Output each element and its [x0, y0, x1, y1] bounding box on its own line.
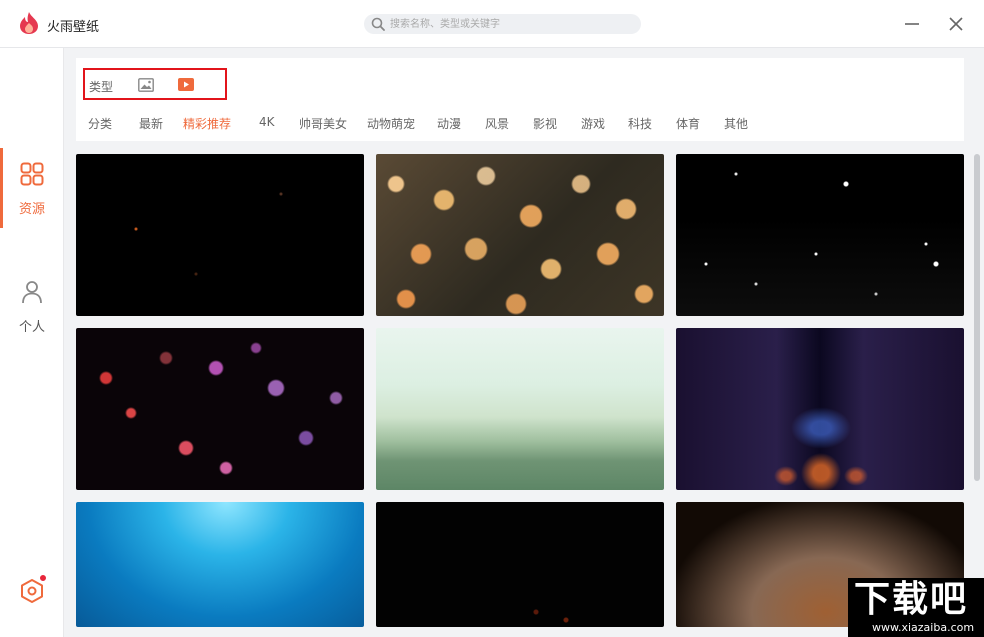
video-type-icon[interactable]: [178, 78, 194, 91]
sidebar-item-label: 资源: [18, 202, 45, 217]
wallpaper-thumbnail[interactable]: [376, 328, 664, 490]
category-tab[interactable]: 体育: [676, 115, 700, 132]
category-tab[interactable]: 动漫: [437, 115, 461, 132]
category-tab[interactable]: 分类: [88, 115, 112, 132]
category-tab[interactable]: 科技: [628, 115, 652, 132]
category-tab[interactable]: 影视: [533, 115, 557, 132]
category-tab[interactable]: 游戏: [581, 115, 605, 132]
scrollbar-thumb[interactable]: [974, 154, 980, 481]
type-label: 类型: [89, 80, 114, 94]
search-bar[interactable]: [364, 14, 641, 34]
minimize-icon[interactable]: [900, 12, 924, 36]
wallpaper-thumbnail[interactable]: [376, 502, 664, 627]
app-title: 火雨壁纸: [47, 20, 100, 35]
sidebar-item-label: 个人: [18, 320, 45, 335]
wallpaper-thumbnail[interactable]: [76, 502, 364, 627]
category-tab-active[interactable]: 精彩推荐: [183, 115, 231, 132]
wallpaper-thumbnail[interactable]: [76, 154, 364, 316]
image-type-icon[interactable]: [138, 78, 154, 92]
title-bar: 火雨壁纸: [0, 0, 984, 48]
category-tab[interactable]: 4K: [259, 115, 275, 129]
category-tab[interactable]: 最新: [139, 115, 163, 132]
type-filter-highlight: 类型: [83, 68, 227, 100]
sidebar-item-resources[interactable]: 资源: [0, 148, 64, 228]
close-icon[interactable]: [944, 12, 968, 36]
search-input[interactable]: [390, 14, 635, 34]
wallpaper-thumbnail[interactable]: [376, 154, 664, 316]
filter-panel: 类型 分类 最新 精彩推荐 4K 帅哥美女 动物萌宠 动漫 风景 影视 游戏 科…: [76, 58, 964, 141]
flame-logo-icon: [20, 12, 38, 34]
notification-dot: [39, 574, 47, 582]
watermark: 下载吧 www.xiazaiba.com: [848, 578, 984, 637]
wallpaper-thumbnail[interactable]: [676, 154, 964, 316]
user-icon: [22, 281, 42, 304]
watermark-url: www.xiazaiba.com: [872, 621, 975, 634]
watermark-logo-text: 下载吧: [854, 579, 969, 620]
grid-icon: [20, 162, 44, 186]
category-tab[interactable]: 其他: [724, 115, 748, 132]
wallpaper-thumbnail[interactable]: [76, 328, 364, 490]
sidebar-item-personal[interactable]: 个人: [0, 266, 64, 346]
category-tab[interactable]: 风景: [485, 115, 509, 132]
sidebar: 资源 个人: [0, 48, 64, 637]
wallpaper-thumbnail[interactable]: [676, 328, 964, 490]
category-tab[interactable]: 帅哥美女: [299, 115, 347, 132]
category-tab[interactable]: 动物萌宠: [367, 115, 415, 132]
search-icon[interactable]: [370, 16, 386, 32]
